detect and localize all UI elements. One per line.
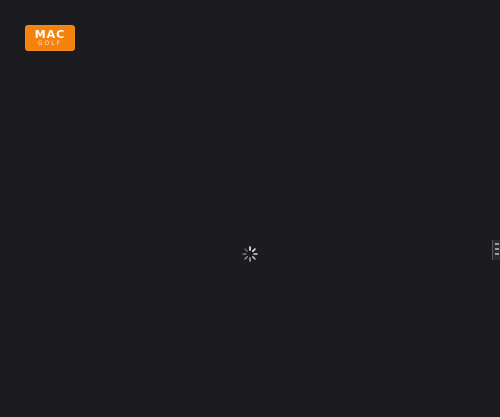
brand-logo-text: MAC — [34, 28, 66, 41]
brand-logo-subtext: GOLF — [37, 40, 63, 47]
handle-line — [495, 243, 499, 245]
handle-line — [495, 248, 499, 250]
side-panel-handle-icon[interactable] — [492, 240, 500, 260]
loading-screen: MAC GOLF — [0, 0, 500, 417]
handle-line — [495, 253, 499, 255]
brand-logo[interactable]: MAC GOLF — [25, 25, 75, 51]
loading-spinner-icon — [241, 245, 259, 263]
